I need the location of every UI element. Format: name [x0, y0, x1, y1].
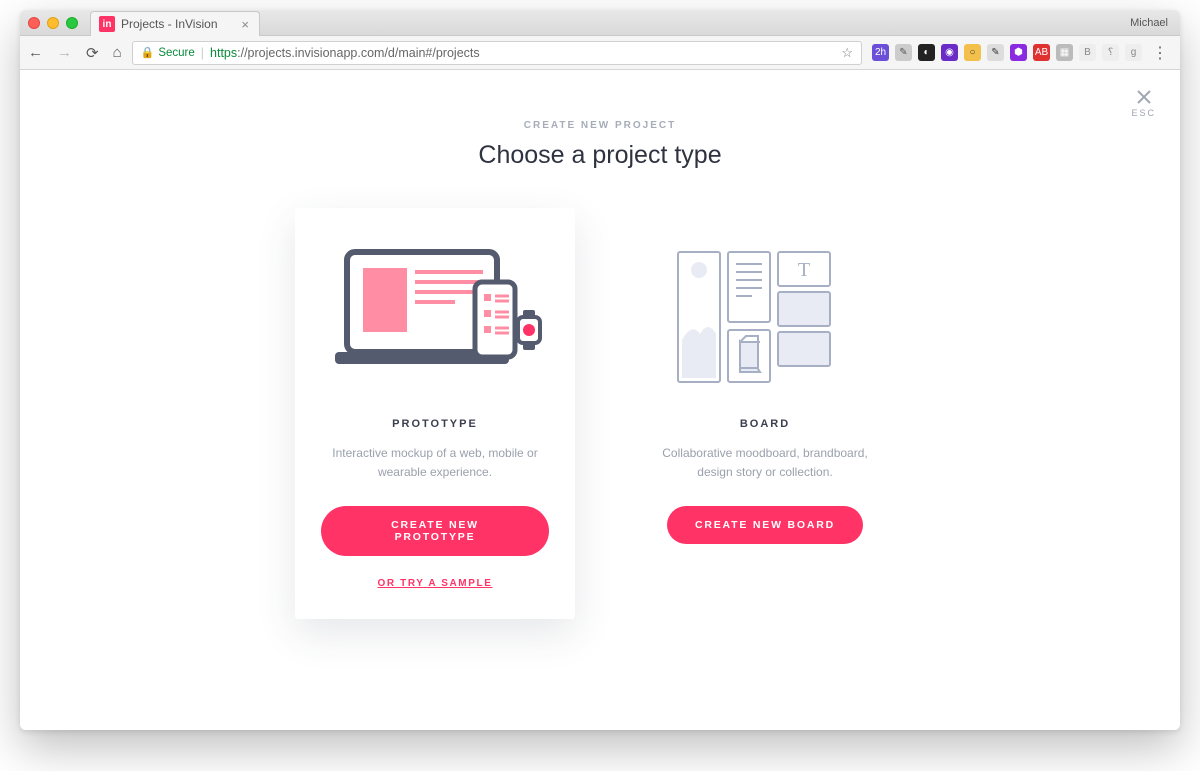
nav-back-icon[interactable]: ← [28, 44, 43, 61]
profile-user-label[interactable]: Michael [1130, 17, 1168, 29]
secure-badge: 🔒 Secure [141, 46, 195, 59]
browser-tab[interactable]: in Projects - InVision × [90, 11, 260, 36]
card-prototype[interactable]: PROTOTYPE Interactive mockup of a web, m… [295, 208, 575, 619]
lock-icon: 🔒 [141, 46, 155, 59]
window-close-button[interactable] [28, 17, 40, 29]
create-board-button[interactable]: CREATE NEW BOARD [667, 506, 863, 544]
extension-icon[interactable]: ◐ [918, 44, 935, 61]
secure-label: Secure [158, 47, 194, 59]
address-bar: ← → ⟳ ⌂ 🔒 Secure | https://projects.invi… [20, 36, 1180, 70]
extension-icon[interactable]: ✎ [895, 44, 912, 61]
browser-menu-icon[interactable]: ⋮ [1148, 43, 1172, 63]
window-controls [28, 17, 78, 29]
extension-icon[interactable]: ⸮ [1102, 44, 1119, 61]
try-sample-link[interactable]: OR TRY A SAMPLE [321, 578, 549, 589]
page-content: ESC CREATE NEW PROJECT Choose a project … [20, 70, 1180, 730]
extension-icon[interactable]: g [1125, 44, 1142, 61]
project-type-cards: PROTOTYPE Interactive mockup of a web, m… [170, 208, 1030, 619]
nav-forward-icon[interactable]: → [57, 44, 72, 61]
extension-icon[interactable]: ▦ [1056, 44, 1073, 61]
extension-icons: 2h ✎ ◐ ◉ ○ ✎ ⬢ AB ▦ B ⸮ g ⋮ [872, 43, 1172, 63]
extension-icon[interactable]: ◉ [941, 44, 958, 61]
card-description: Interactive mockup of a web, mobile or w… [321, 444, 549, 482]
prototype-illustration [321, 242, 549, 392]
card-description: Collaborative moodboard, brandboard, des… [651, 444, 879, 482]
nav-home-icon[interactable]: ⌂ [113, 44, 122, 61]
extension-icon[interactable]: ⬢ [1010, 44, 1027, 61]
url-scheme: https [210, 46, 237, 60]
extension-icon[interactable]: AB [1033, 44, 1050, 61]
close-modal-button[interactable]: ESC [1131, 88, 1156, 118]
invision-favicon: in [99, 16, 115, 32]
extension-icon[interactable]: B [1079, 44, 1096, 61]
titlebar: in Projects - InVision × Michael [20, 10, 1180, 36]
page-title: Choose a project type [170, 141, 1030, 170]
eyebrow-label: CREATE NEW PROJECT [170, 120, 1030, 131]
extension-icon[interactable]: ○ [964, 44, 981, 61]
window-zoom-button[interactable] [66, 17, 78, 29]
svg-text:T: T [798, 259, 810, 281]
card-board[interactable]: T BOARD Collaborative moodboard, brandbo… [625, 208, 905, 574]
extension-icon[interactable]: ✎ [987, 44, 1004, 61]
url-host: ://projects.invisionapp.com [237, 46, 384, 60]
nav-reload-icon[interactable]: ⟳ [86, 44, 99, 62]
bookmark-star-icon[interactable]: ☆ [841, 45, 853, 61]
tab-title: Projects - InVision [121, 17, 218, 31]
esc-label: ESC [1131, 108, 1156, 118]
create-prototype-button[interactable]: CREATE NEW PROTOTYPE [321, 506, 549, 556]
board-illustration: T [651, 242, 879, 392]
extension-icon[interactable]: 2h [872, 44, 889, 61]
tab-close-icon[interactable]: × [241, 17, 249, 32]
close-icon [1135, 88, 1153, 106]
window-minimize-button[interactable] [47, 17, 59, 29]
card-title: BOARD [651, 418, 879, 430]
browser-window: in Projects - InVision × Michael ← → ⟳ ⌂… [20, 10, 1180, 730]
url-path: /d/main#/projects [384, 46, 479, 60]
url-field[interactable]: 🔒 Secure | https://projects.invisionapp.… [132, 41, 862, 65]
card-title: PROTOTYPE [321, 418, 549, 430]
